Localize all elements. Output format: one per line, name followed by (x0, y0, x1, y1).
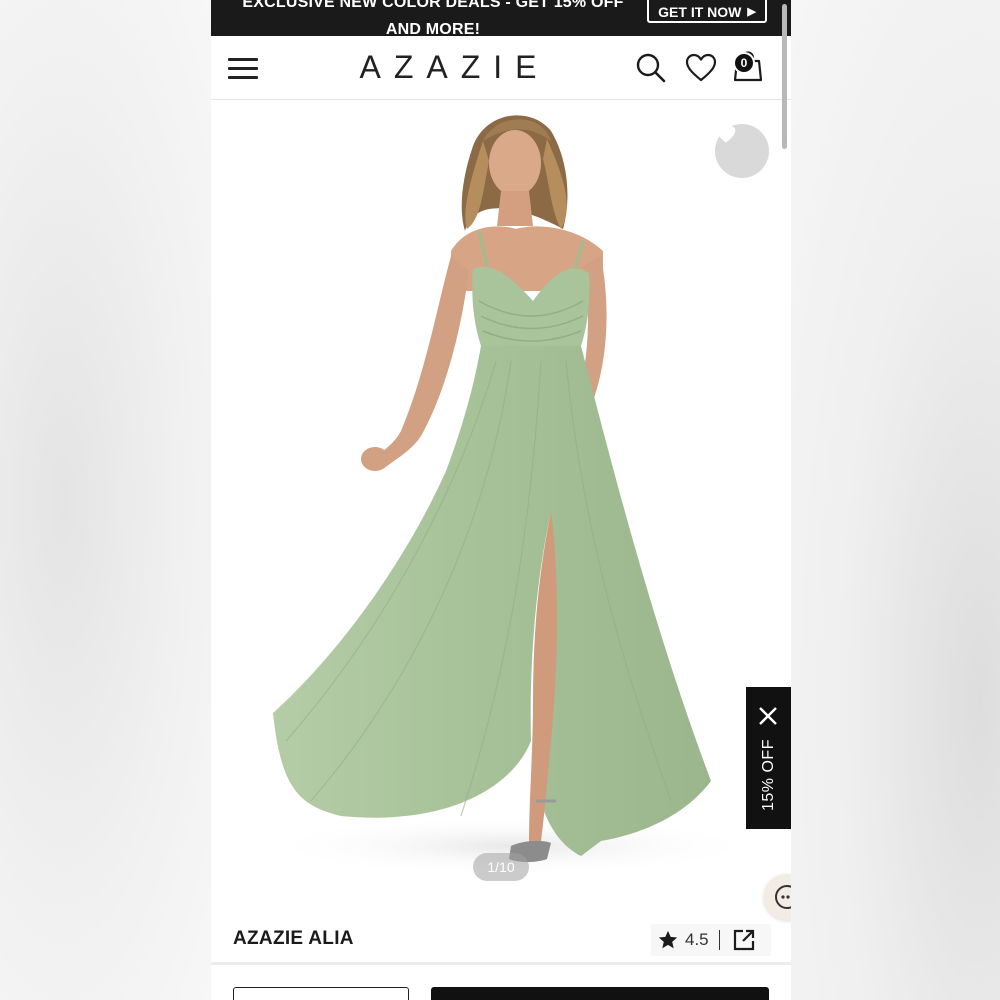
rating-divider (718, 930, 720, 950)
star-icon (658, 930, 678, 949)
product-photo (261, 115, 761, 876)
favorite-button[interactable] (715, 124, 769, 178)
share-icon[interactable] (732, 928, 756, 952)
chat-button[interactable] (764, 874, 791, 920)
rating-share-box: 4.5 (651, 924, 771, 956)
promo-line-2: AND MORE! (385, 21, 481, 36)
scrollbar-thumb[interactable] (782, 4, 787, 149)
get-it-now-label: GET IT NOW (658, 3, 742, 20)
mobile-page: EXCLUSIVE NEW COLOR DEALS - GET 15% OFF … (211, 0, 791, 1000)
get-it-now-button[interactable]: GET IT NOW ▶ (647, 0, 767, 23)
promo-banner[interactable]: EXCLUSIVE NEW COLOR DEALS - GET 15% OFF … (211, 0, 791, 36)
cart-count-badge: 0 (733, 52, 755, 74)
wishlist-heart-icon[interactable] (685, 52, 717, 84)
rating-value[interactable]: 4.5 (685, 930, 709, 950)
heart-icon (716, 126, 736, 143)
backdrop-right (791, 0, 1000, 1000)
product-title: AZAZIE ALIA (233, 928, 354, 949)
brand-logo[interactable]: AZAZIE (341, 49, 555, 86)
discount-tab[interactable]: 15% OFF (746, 687, 791, 829)
promo-text: EXCLUSIVE NEW COLOR DEALS - GET 15% OFF … (231, 0, 635, 36)
backdrop-left (0, 0, 211, 1000)
close-icon[interactable] (757, 705, 779, 727)
play-arrow-icon: ▶ (747, 6, 756, 18)
product-image-gallery[interactable]: 1/10 15% OFF (211, 101, 791, 921)
menu-icon[interactable] (228, 56, 258, 80)
section-divider (211, 962, 791, 965)
primary-action-button[interactable] (431, 987, 769, 1000)
chat-icon (775, 885, 791, 909)
discount-label: 15% OFF (760, 739, 777, 811)
image-counter: 1/10 (473, 853, 529, 881)
site-header: AZAZIE 0 (211, 36, 791, 100)
secondary-action-button[interactable] (233, 987, 409, 1000)
search-icon[interactable] (635, 52, 667, 84)
